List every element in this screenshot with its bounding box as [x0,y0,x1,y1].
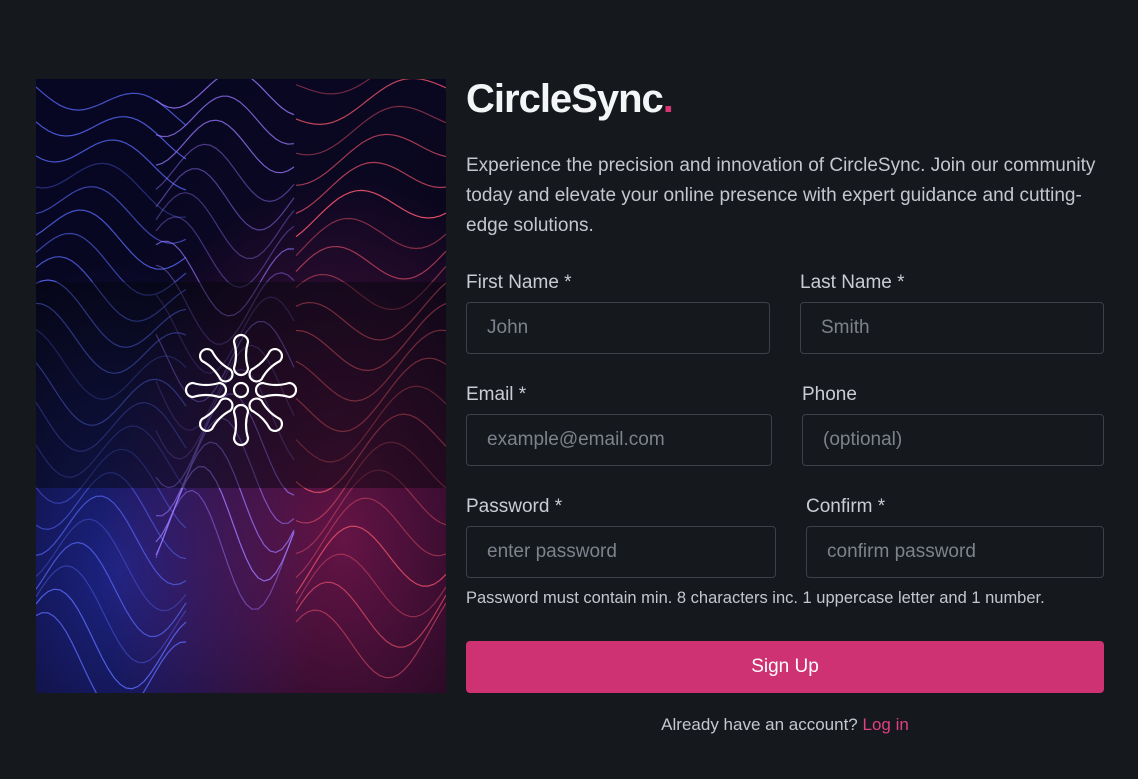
brand-title: CircleSync. [466,79,1104,127]
logo-petal [247,346,285,384]
circlesync-logo-icon [162,311,320,469]
brand-name: CircleSync [466,77,663,121]
logo-petal [247,396,285,434]
confirm-password-field[interactable] [806,526,1104,578]
login-link[interactable]: Log in [863,715,909,734]
logo-petal [234,335,248,375]
first-name-label: First Name * [466,272,572,294]
hero-image [36,79,446,693]
logo-petal [197,396,235,434]
sign-up-button[interactable]: Sign Up [466,641,1104,693]
email-field[interactable] [466,414,772,466]
phone-field[interactable] [802,414,1104,466]
logo-petal [234,405,248,445]
password-hint: Password must contain min. 8 characters … [466,589,1045,608]
logo-petal [197,346,235,384]
email-label: Email * [466,384,526,406]
password-field[interactable] [466,526,776,578]
brand-dot: . [663,77,673,121]
phone-label: Phone [802,384,857,406]
signup-page: CircleSync. Experience the precision and… [0,0,1138,779]
logo-petal [256,383,296,397]
login-prompt: Already have an account? Log in [466,715,1104,735]
last-name-label: Last Name * [800,272,905,294]
login-prompt-text: Already have an account? [661,715,858,734]
logo-petal [186,383,226,397]
first-name-field[interactable] [466,302,770,354]
last-name-field[interactable] [800,302,1104,354]
signup-panel: CircleSync. Experience the precision and… [466,79,1104,241]
password-label: Password * [466,496,562,518]
confirm-label: Confirm * [806,496,885,518]
intro-text: Experience the precision and innovation … [466,151,1106,241]
